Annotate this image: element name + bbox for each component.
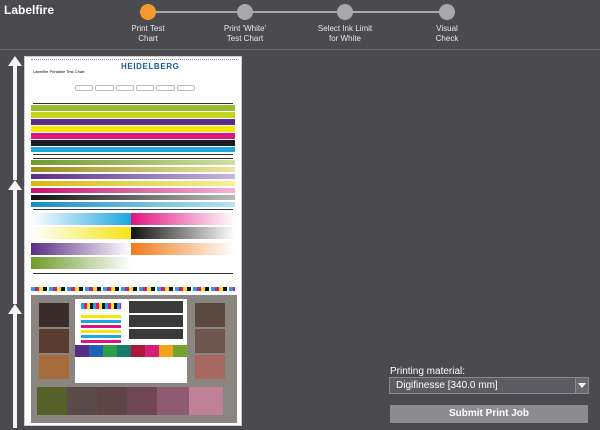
- chart-header-text: Labelfire Printable Test Chart: [33, 69, 85, 74]
- gradient-cyan: [31, 213, 131, 225]
- printing-material-value: Digifinesse [340.0 mm]: [396, 380, 498, 391]
- tint-bar: [31, 188, 235, 193]
- step-label: Visual Check: [435, 24, 459, 43]
- arrow-up-icon: [8, 56, 22, 180]
- gradient-green: [31, 257, 131, 269]
- color-bar: [31, 119, 235, 125]
- gray-patch-block: [31, 295, 237, 423]
- gradient-magenta: [131, 213, 235, 225]
- step-visual-check[interactable]: Visual Check: [407, 4, 487, 44]
- arrow-up-icon: [8, 304, 22, 428]
- gradient-violet: [31, 243, 131, 255]
- color-bar: [31, 112, 235, 118]
- tint-bar: [31, 202, 235, 207]
- tint-bar: [31, 195, 235, 200]
- gradient-black: [131, 227, 235, 239]
- step-label: Print Test Chart: [131, 24, 165, 43]
- tint-bar: [31, 160, 235, 165]
- submit-print-job-button[interactable]: Submit Print Job: [390, 405, 588, 423]
- color-bar: [31, 140, 235, 146]
- color-bar: [31, 147, 235, 152]
- step-dot-active: [140, 4, 156, 20]
- step-dot: [337, 4, 353, 20]
- color-bar: [31, 133, 235, 139]
- printing-material-select[interactable]: Digifinesse [340.0 mm]: [389, 377, 589, 394]
- step-print-white-chart[interactable]: Print 'White' Test Chart: [205, 4, 285, 44]
- step-print-test-chart[interactable]: Print Test Chart: [108, 4, 188, 44]
- gradient-yellow: [31, 227, 131, 239]
- color-bar: [31, 105, 235, 111]
- test-chart-preview: Labelfire Printable Test Chart HEIDELBER…: [24, 56, 242, 426]
- chart-option-bar: [75, 85, 195, 91]
- sheet-registration-row: [31, 59, 237, 61]
- step-dot: [237, 4, 253, 20]
- printing-material-label: Printing material:: [390, 366, 466, 377]
- chevron-down-icon[interactable]: [575, 378, 588, 393]
- step-select-ink-limit[interactable]: Select Ink Limit for White: [305, 4, 385, 44]
- step-dot: [439, 4, 455, 20]
- header-divider: [0, 49, 600, 50]
- tint-bar: [31, 181, 235, 186]
- color-bar: [31, 126, 235, 132]
- step-label: Select Ink Limit for White: [317, 24, 373, 43]
- registration-strip: [31, 287, 235, 291]
- heidelberg-logo: HEIDELBERG: [121, 62, 180, 71]
- gradient-orange: [131, 243, 235, 255]
- step-label: Print 'White' Test Chart: [223, 24, 267, 43]
- app-title: Labelfire: [4, 3, 55, 17]
- tint-bar: [31, 167, 235, 172]
- wizard-stepper: Print Test Chart Print 'White' Test Char…: [120, 0, 480, 48]
- arrow-up-icon: [8, 180, 22, 304]
- tint-bar: [31, 174, 235, 179]
- feed-direction-arrows: [6, 56, 24, 428]
